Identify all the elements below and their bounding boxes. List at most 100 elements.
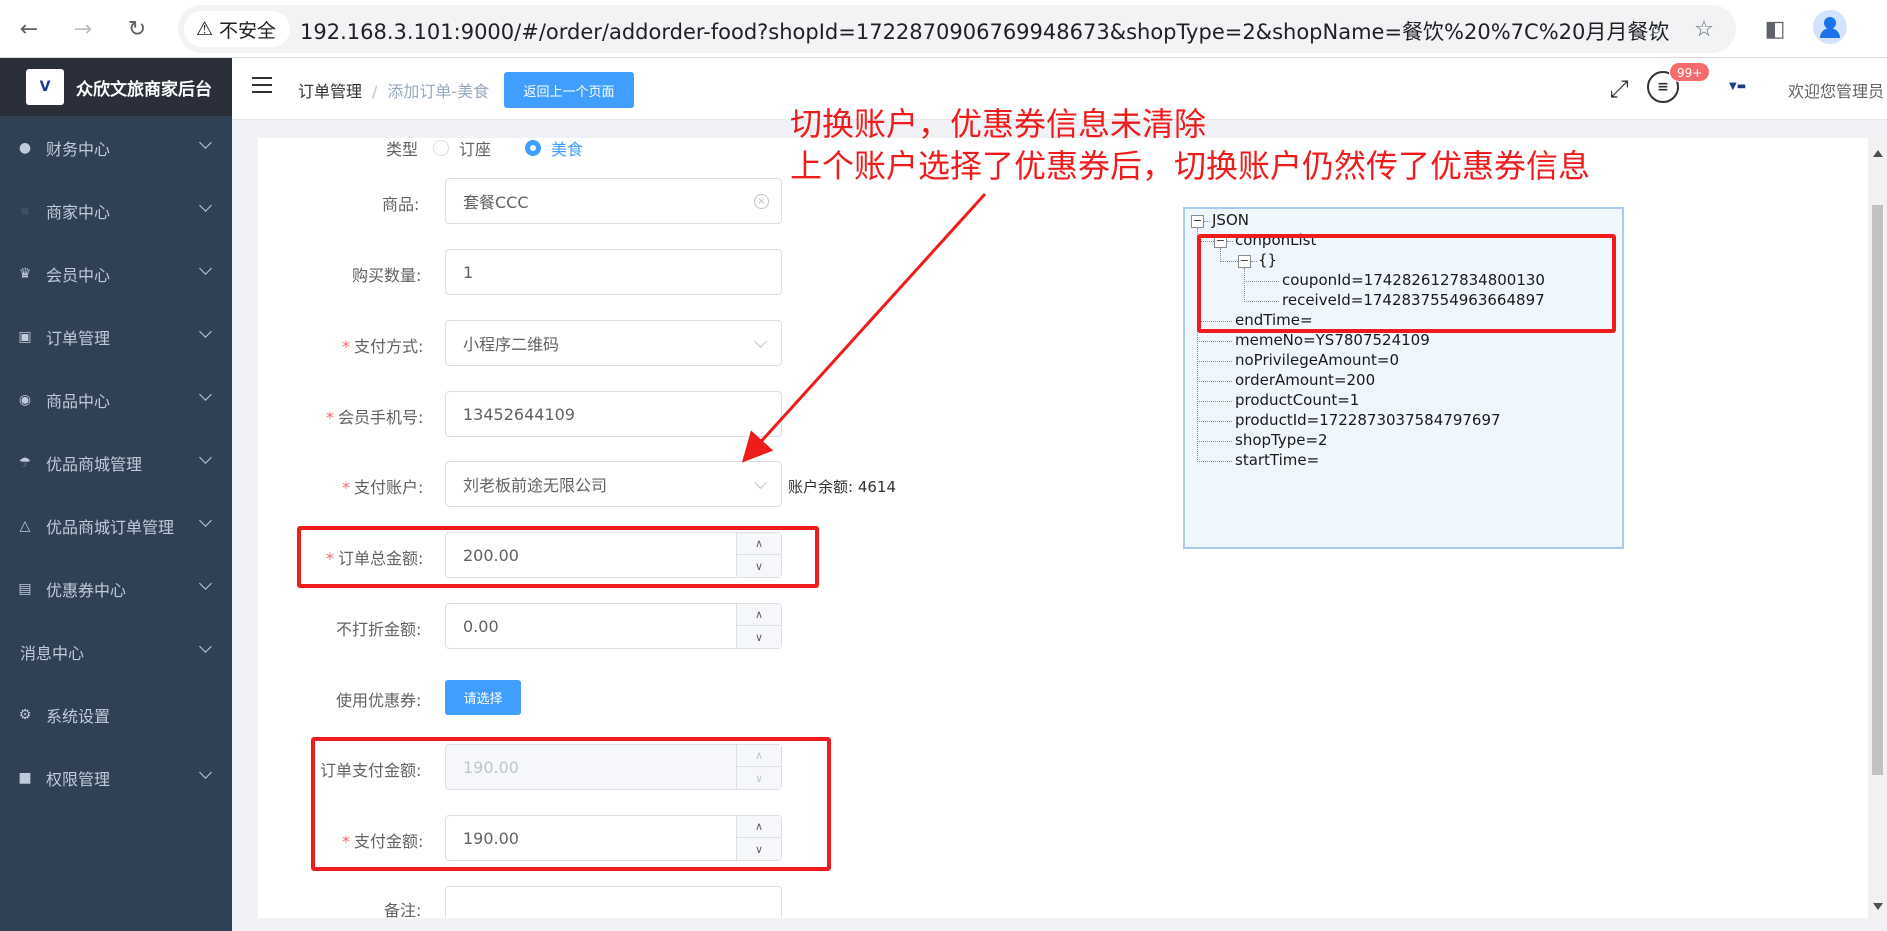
payment-method-label-text: 支付方式: <box>354 337 424 356</box>
chevron-down-icon <box>199 325 212 338</box>
sidebar-item-products[interactable]: ◉ 商品中心 <box>0 368 232 431</box>
type-label: 类型 <box>386 140 419 159</box>
radio-seat[interactable] <box>433 140 449 156</box>
radio-seat-label[interactable]: 订座 <box>459 136 491 160</box>
sidebar-item-label: 订单管理 <box>46 328 111 348</box>
collapse-icon[interactable]: − <box>1191 215 1204 228</box>
product-icon: ◉ <box>18 391 32 408</box>
chevron-down-icon <box>199 451 212 464</box>
sidebar-item-label: 权限管理 <box>46 769 111 789</box>
menu-toggle-icon[interactable] <box>252 77 272 97</box>
security-chip[interactable]: ⚠ 不安全 <box>184 11 290 47</box>
sidebar-item-permissions[interactable]: ■ 权限管理 <box>0 746 232 809</box>
sidebar-item-label: 财务中心 <box>46 139 111 159</box>
sidebar-item-finance[interactable]: ● 财务中心 <box>0 116 232 179</box>
highlight-order-total <box>297 526 819 588</box>
annotation-line-1: 切换账户，优惠券信息未清除 <box>790 105 1207 143</box>
sidebar-item-messages[interactable]: 消息中心 <box>0 620 232 683</box>
payment-method-select[interactable]: 小程序二维码 <box>445 320 782 366</box>
number-stepper[interactable]: ∧ ∨ <box>736 604 781 648</box>
chevron-down-icon <box>199 388 212 401</box>
gear-icon: ⚙ <box>18 706 32 723</box>
sidebar-item-member[interactable]: ♛ 会员中心 <box>0 242 232 305</box>
sidebar-item-settings[interactable]: ⚙ 系统设置 <box>0 683 232 746</box>
remark-input[interactable] <box>445 886 782 918</box>
crown-icon: ♛ <box>18 265 32 282</box>
account-value: 刘老板前途无限公司 <box>463 476 608 495</box>
product-label: 商品: <box>382 195 420 214</box>
zoom-icon[interactable]: ⌕ <box>1640 13 1672 45</box>
decrement-icon[interactable]: ∨ <box>737 626 781 648</box>
payment-method-label: * 支付方式: <box>342 333 423 357</box>
sidebar-item-coupons[interactable]: ▤ 优惠券中心 <box>0 557 232 620</box>
chevron-down-icon <box>754 476 767 489</box>
radio-food-label[interactable]: 美食 <box>551 136 583 160</box>
money-bag-icon: ● <box>18 139 32 156</box>
scroll-thumb[interactable] <box>1872 205 1883 775</box>
forward-arrow-icon[interactable]: → <box>66 12 100 46</box>
url-text[interactable]: 192.168.3.101:9000/#/order/addorder-food… <box>300 16 1790 46</box>
radio-food[interactable] <box>525 140 541 156</box>
payment-method-value: 小程序二维码 <box>463 335 560 354</box>
reload-icon[interactable]: ↻ <box>120 12 154 46</box>
sidebar-item-label: 商品中心 <box>46 391 111 411</box>
company-logo: ▼▬ <box>1729 81 1747 92</box>
phone-label-text: 会员手机号: <box>338 408 424 427</box>
sidebar-item-merchant[interactable]: ▪ 商家中心 <box>0 179 232 242</box>
scroll-up-icon[interactable] <box>1873 150 1883 157</box>
mall-order-icon: △ <box>19 517 31 534</box>
account-balance: 账户余额: 4614 <box>788 478 896 496</box>
select-coupon-button[interactable]: 请选择 <box>445 680 521 715</box>
browser-toolbar: ← → ↻ ⚠ 不安全 192.168.3.101:9000/#/order/a… <box>0 0 1887 58</box>
sidebar-item-orders[interactable]: ▣ 订单管理 <box>0 305 232 368</box>
sidebar: V 众欣文旅商家后台 ● 财务中心 ▪ 商家中心 ♛ 会员中心 ▣ 订单管理 ◉… <box>0 58 232 931</box>
no-discount-input[interactable]: 0.00 ∧ ∨ <box>445 603 782 649</box>
clear-icon[interactable]: × <box>754 194 769 209</box>
json-field: productCount=1 <box>1235 391 1360 409</box>
account-label-text: 支付账户: <box>354 478 424 497</box>
back-button[interactable]: 返回上一个页面 <box>504 72 634 108</box>
json-root: JSON <box>1212 211 1249 229</box>
phone-input[interactable]: 13452644109 <box>445 391 782 437</box>
account-select[interactable]: 刘老板前途无限公司 <box>445 461 782 507</box>
product-select[interactable]: 套餐CCC × <box>445 178 782 224</box>
star-icon[interactable]: ☆ <box>1688 13 1720 45</box>
back-arrow-icon[interactable]: ← <box>12 12 46 46</box>
coupon-label: 使用优惠券: <box>336 691 422 710</box>
chevron-down-icon <box>199 577 212 590</box>
increment-icon[interactable]: ∧ <box>737 604 781 626</box>
phone-value: 13452644109 <box>463 404 575 424</box>
quantity-label: 购买数量: <box>352 266 422 285</box>
breadcrumb-orders[interactable]: 订单管理 <box>298 82 362 101</box>
highlight-coupon-list <box>1197 234 1616 333</box>
json-field: memeNo=YS7807524109 <box>1235 331 1430 349</box>
fullscreen-icon[interactable]: ⤢ <box>1604 74 1634 104</box>
breadcrumb-current: 添加订单-美食 <box>387 82 490 101</box>
sidebar-item-mall-orders[interactable]: △ 优品商城订单管理 <box>0 494 232 557</box>
sidebar-item-label: 优品商城管理 <box>46 454 143 474</box>
json-field: noPrivilegeAmount=0 <box>1235 351 1400 369</box>
clipboard-icon: ▣ <box>18 328 32 345</box>
json-field: startTime= <box>1235 451 1320 469</box>
required-mark: * <box>342 478 350 497</box>
security-label: 不安全 <box>219 19 277 42</box>
lock-icon: ■ <box>18 769 32 786</box>
sidebar-item-label: 消息中心 <box>20 643 85 663</box>
welcome-text[interactable]: 欢迎您管理员 <box>1788 78 1884 102</box>
chevron-down-icon <box>199 766 212 779</box>
page-scrollbar[interactable] <box>1868 140 1887 920</box>
chevron-down-icon <box>199 262 212 275</box>
product-value: 套餐CCC <box>463 193 529 212</box>
json-field: productId=1722873037584797697 <box>1235 411 1501 429</box>
chevron-down-icon <box>199 514 212 527</box>
side-panel-icon[interactable]: ◧ <box>1758 12 1792 46</box>
message-badge: 99+ <box>1669 62 1711 82</box>
phone-label: * 会员手机号: <box>326 404 423 428</box>
quantity-input[interactable]: 1 <box>445 249 782 295</box>
profile-avatar[interactable] <box>1813 10 1847 44</box>
scroll-down-icon[interactable] <box>1873 903 1883 910</box>
address-bar[interactable]: ⚠ 不安全 192.168.3.101:9000/#/order/addorde… <box>178 5 1736 53</box>
mall-icon: ☂ <box>18 454 32 471</box>
sidebar-item-mall[interactable]: ☂ 优品商城管理 <box>0 431 232 494</box>
app-logo: V <box>26 69 64 105</box>
